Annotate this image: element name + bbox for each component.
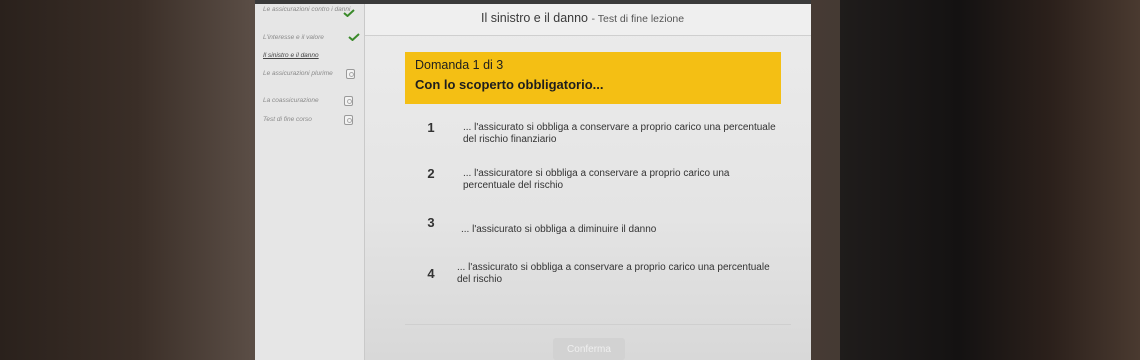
lock-icon <box>344 115 353 125</box>
page-title-main: Il sinistro e il danno <box>481 11 589 25</box>
sidebar-item-label: L'interesse e il valore <box>263 34 324 41</box>
lock-icon <box>344 96 353 106</box>
window-top-edge <box>255 0 811 4</box>
sidebar-item-label: Le assicurazioni contro i danni <box>263 6 351 13</box>
lesson-sidebar: Le assicurazioni contro i danni L'intere… <box>255 0 365 360</box>
answer-option-2[interactable]: 2 ... l'assicuratore si obbliga a conser… <box>411 158 781 198</box>
option-number: 3 <box>427 215 435 230</box>
confirm-button[interactable]: Conferma <box>553 338 625 360</box>
option-text: ... l'assicurato si obbliga a conservare… <box>457 262 770 285</box>
answer-option-1[interactable]: 1 ... l'assicurato si obbliga a conserva… <box>411 112 781 152</box>
option-text: ... l'assicurato si obbliga a conservare… <box>463 122 776 145</box>
answer-option-3[interactable]: 3 ... l'assicurato si obbliga a diminuir… <box>411 208 781 248</box>
answer-option-4[interactable]: 4 ... l'assicurato si obbliga a conserva… <box>411 256 781 296</box>
app-window: Il sinistro e il danno - Test di fine le… <box>255 0 811 360</box>
sidebar-item-label: Le assicurazioni plurime <box>263 70 333 77</box>
page-title: Il sinistro e il danno - Test di fine le… <box>481 11 684 25</box>
sidebar-item-sinistro-danno[interactable]: Il sinistro e il danno <box>263 52 365 59</box>
lock-icon <box>346 69 355 79</box>
option-number: 1 <box>427 120 435 135</box>
device-bezel <box>840 0 1140 360</box>
question-counter: Domanda 1 di 3 <box>415 58 504 72</box>
sidebar-item-assicurazioni-plurime[interactable]: Le assicurazioni plurime <box>263 70 333 77</box>
option-text: ... l'assicurato si obbliga a diminuire … <box>461 224 657 235</box>
sidebar-item-label: La coassicurazione <box>263 97 319 104</box>
sidebar-item-label: Il sinistro e il danno <box>263 52 319 59</box>
check-icon <box>348 33 360 41</box>
check-icon <box>343 9 355 17</box>
page-title-subtitle: - Test di fine lezione <box>591 13 685 25</box>
option-number: 4 <box>427 266 435 281</box>
divider <box>405 324 791 325</box>
sidebar-item-label: Test di fine corso <box>263 116 312 123</box>
question-panel: Domanda 1 di 3 Con lo scoperto obbligato… <box>405 52 781 104</box>
question-text: Con lo scoperto obbligatorio... <box>415 77 604 92</box>
option-number: 2 <box>427 166 435 181</box>
option-text: ... l'assicuratore si obbliga a conserva… <box>463 168 730 191</box>
